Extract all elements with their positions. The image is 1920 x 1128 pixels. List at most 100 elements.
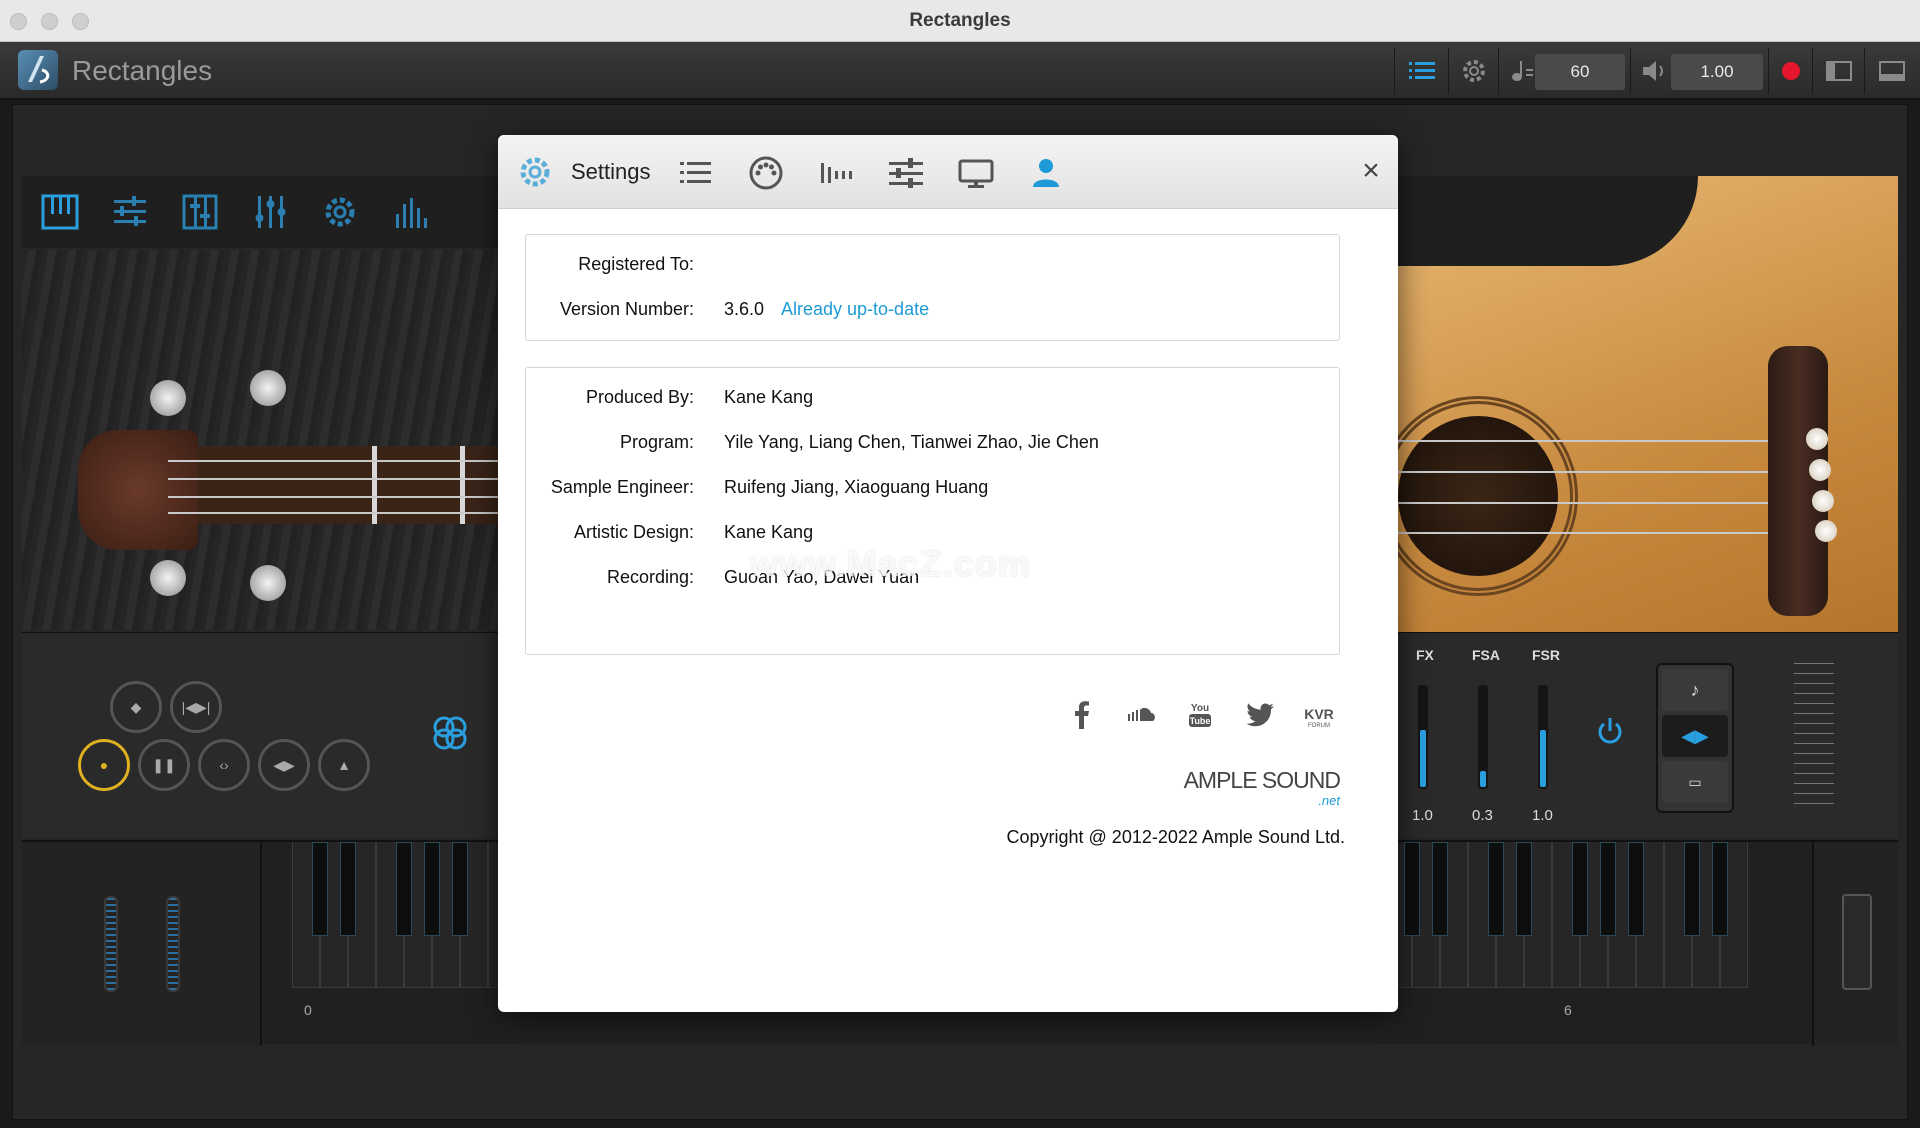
list-menu-icon[interactable] bbox=[1407, 56, 1437, 86]
record-mode-button[interactable]: ● bbox=[78, 739, 130, 791]
settings-gear-icon bbox=[520, 157, 550, 187]
sidebar-toggle-icon[interactable] bbox=[1824, 56, 1854, 86]
stop-button[interactable]: ◆ bbox=[110, 681, 162, 733]
display-tab-icon[interactable] bbox=[956, 153, 996, 193]
tuning-peg bbox=[150, 560, 186, 596]
sustain-panel bbox=[1812, 842, 1898, 1046]
octave-label: 0 bbox=[304, 1002, 312, 1018]
credits-card: Produced By: Kane Kang Program: Yile Yan… bbox=[525, 367, 1340, 655]
credit-label: Program: bbox=[619, 432, 694, 452]
fsr-slider-fill bbox=[1540, 729, 1546, 787]
bridge-pin bbox=[1815, 520, 1837, 542]
registration-card: Registered To: Version Number: 3.6.0 Alr… bbox=[525, 234, 1340, 341]
black-key[interactable] bbox=[1600, 842, 1616, 936]
mixer-icon[interactable] bbox=[110, 192, 150, 232]
keyboard-view-icon[interactable] bbox=[40, 192, 80, 232]
kvr-forum-icon[interactable]: KVRFORUM bbox=[1298, 697, 1340, 733]
black-key[interactable] bbox=[340, 842, 356, 936]
record-button[interactable] bbox=[1782, 62, 1800, 80]
update-status-link[interactable]: Already up-to-date bbox=[781, 299, 929, 320]
gear-icon[interactable] bbox=[1459, 56, 1489, 86]
list-tab-icon[interactable] bbox=[676, 153, 716, 193]
black-key[interactable] bbox=[452, 842, 468, 936]
controls-tab-icon[interactable] bbox=[886, 153, 926, 193]
version-value: 3.6.0 bbox=[724, 299, 765, 319]
power-icon[interactable] bbox=[1594, 715, 1626, 747]
octave-label: 6 bbox=[1564, 1002, 1572, 1018]
articulation-selector[interactable]: ♪ ◀▶ ▭ bbox=[1656, 663, 1734, 813]
level-meter-icon[interactable] bbox=[390, 192, 430, 232]
ample-sound-logo-text: AMPLE SOUND bbox=[1183, 767, 1341, 793]
fsa-slider[interactable] bbox=[1478, 685, 1488, 789]
midi-tab-icon[interactable] bbox=[746, 153, 786, 193]
guitar-bridge bbox=[1768, 346, 1828, 616]
black-key[interactable] bbox=[1712, 842, 1728, 936]
dialog-title: Settings bbox=[571, 159, 651, 184]
fx-label: FX bbox=[1416, 647, 1434, 663]
copyright-text: Copyright @ 2012-2022 Ample Sound Ltd. bbox=[1006, 827, 1346, 847]
black-key[interactable] bbox=[1684, 842, 1700, 936]
eq-sliders-icon[interactable] bbox=[250, 192, 290, 232]
black-key[interactable] bbox=[1628, 842, 1644, 936]
guitar-headstock bbox=[78, 430, 198, 550]
tempo-input[interactable]: 60 bbox=[1535, 54, 1625, 90]
string bbox=[1398, 471, 1798, 473]
settings-gear-icon[interactable] bbox=[320, 192, 360, 232]
tuning-peg bbox=[150, 380, 186, 416]
string bbox=[1398, 532, 1798, 534]
strum-direction-icon[interactable]: ◀▶ bbox=[1662, 715, 1728, 757]
pattern-icon[interactable] bbox=[430, 713, 470, 753]
bridge-pin bbox=[1806, 428, 1828, 450]
close-dialog-button[interactable]: × bbox=[1358, 156, 1384, 186]
black-key[interactable] bbox=[312, 842, 328, 936]
fsa-label: FSA bbox=[1472, 647, 1500, 663]
black-key[interactable] bbox=[396, 842, 412, 936]
credit-value: Kane Kang bbox=[724, 387, 814, 407]
play-controls-panel: ◆ |◀▶| ● ❚❚ ‹› ◀▶ ▲ bbox=[22, 632, 502, 838]
about-user-tab-icon[interactable] bbox=[1026, 153, 1066, 193]
watermark-text: www.MacZ.com bbox=[750, 543, 1031, 584]
facebook-icon[interactable] bbox=[1064, 697, 1100, 733]
fsr-value: 1.0 bbox=[1532, 807, 1553, 824]
fsr-slider[interactable] bbox=[1538, 685, 1548, 789]
mute-pad-icon[interactable]: ▭ bbox=[1662, 761, 1728, 803]
black-key[interactable] bbox=[1516, 842, 1532, 936]
ample-sound-logo[interactable]: AMPLE SOUND .net bbox=[1178, 757, 1341, 813]
black-key[interactable] bbox=[1432, 842, 1448, 936]
window-title: Rectangles bbox=[909, 10, 1011, 31]
guitar-pick-icon[interactable]: ♪ bbox=[1662, 669, 1728, 711]
twitter-icon[interactable] bbox=[1242, 697, 1278, 733]
credit-label: Produced By: bbox=[585, 387, 694, 407]
string bbox=[168, 478, 502, 480]
loop-button[interactable]: ‹› bbox=[198, 739, 250, 791]
fx-panel: FX FSA FSR 1.0 0.3 1.0 ♪ ◀▶ ▭ bbox=[1398, 632, 1898, 838]
sustain-pedal-icon[interactable] bbox=[1842, 894, 1872, 990]
version-label: Version Number: bbox=[559, 299, 694, 319]
youtube-icon[interactable]: You Tube bbox=[1182, 697, 1218, 733]
panel-toggle-icon[interactable] bbox=[1877, 56, 1907, 86]
instrument-toolbar bbox=[22, 176, 502, 248]
black-key[interactable] bbox=[1572, 842, 1588, 936]
pause-button[interactable]: ❚❚ bbox=[138, 739, 190, 791]
volume-icon bbox=[1643, 61, 1663, 81]
tab-editor-icon[interactable] bbox=[180, 192, 220, 232]
black-key[interactable] bbox=[424, 842, 440, 936]
skip-button[interactable]: |◀▶| bbox=[170, 681, 222, 733]
black-key[interactable] bbox=[1404, 842, 1420, 936]
strum-button[interactable]: ◀▶ bbox=[258, 739, 310, 791]
mod-wheel[interactable] bbox=[166, 896, 180, 992]
eject-button[interactable]: ▲ bbox=[318, 739, 370, 791]
string bbox=[1398, 440, 1798, 442]
pitch-wheel[interactable] bbox=[104, 896, 118, 992]
fx-slider[interactable] bbox=[1418, 685, 1428, 789]
fsa-value: 0.3 bbox=[1472, 807, 1493, 824]
credit-label: Recording: bbox=[606, 567, 694, 587]
soundcloud-icon[interactable] bbox=[1122, 697, 1158, 733]
instrument-name: Rectangles bbox=[72, 55, 213, 86]
volume-input[interactable]: 1.00 bbox=[1671, 54, 1763, 90]
svg-text:FORUM: FORUM bbox=[1308, 723, 1330, 729]
black-key[interactable] bbox=[1488, 842, 1504, 936]
credit-value: Kane Kang bbox=[724, 522, 814, 542]
tuning-tab-icon[interactable] bbox=[816, 153, 856, 193]
ample-sound-logo-icon bbox=[18, 50, 58, 90]
